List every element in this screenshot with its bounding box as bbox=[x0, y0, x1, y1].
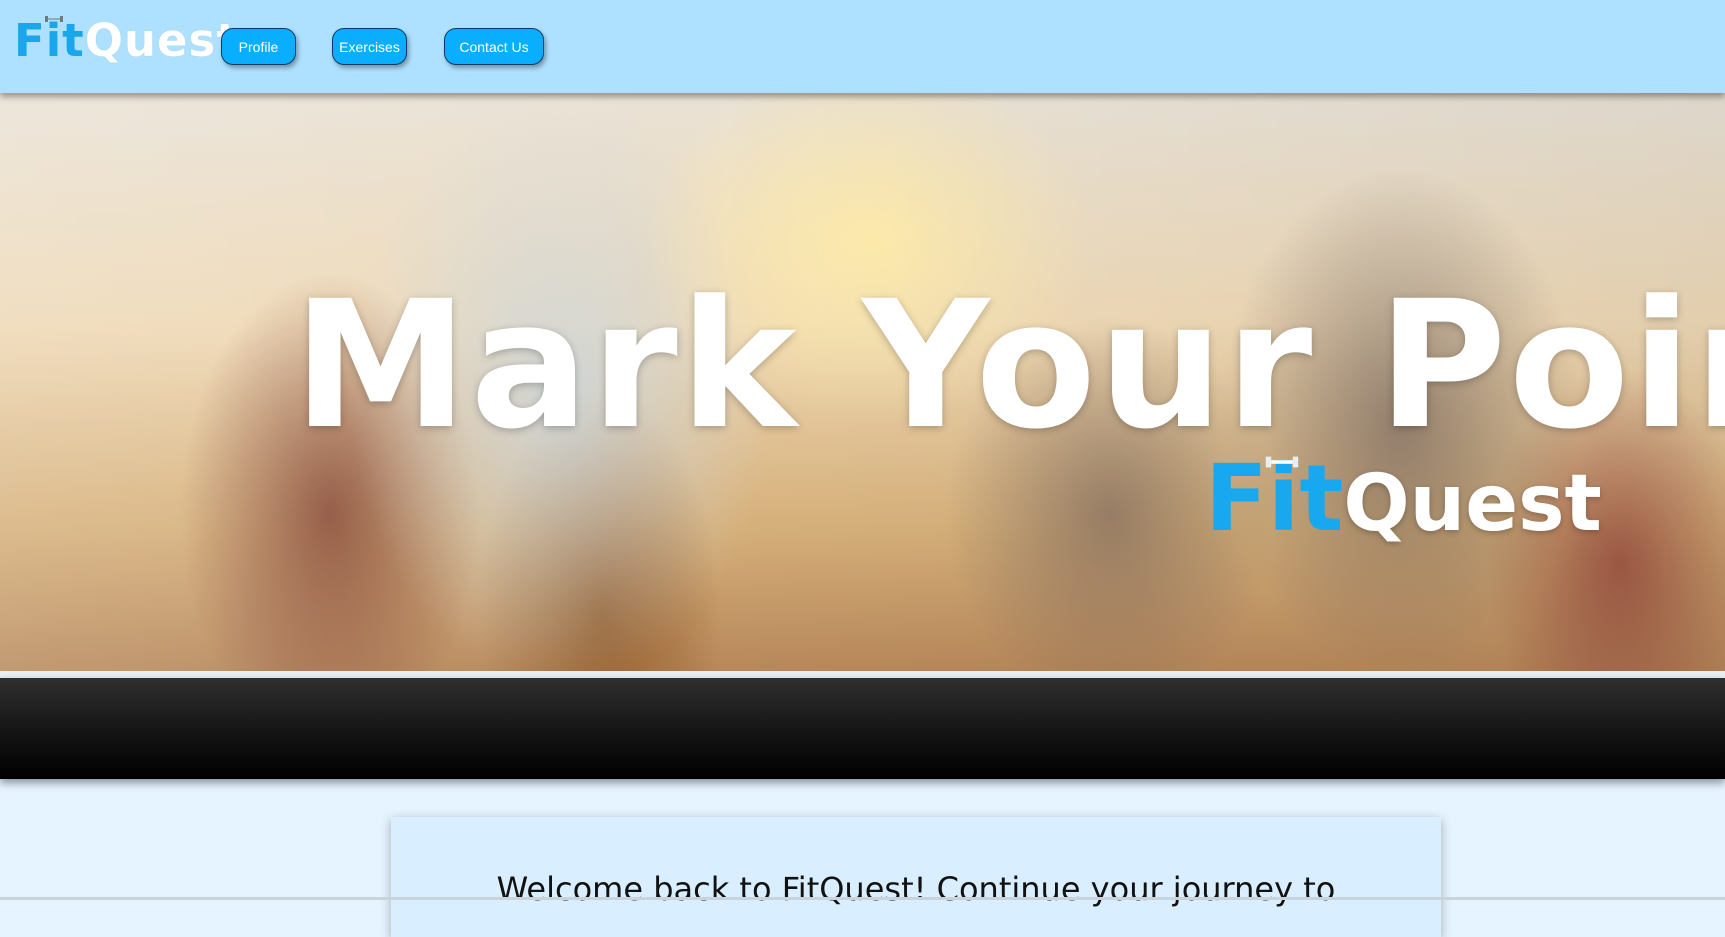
nav-profile-button[interactable]: Profile bbox=[221, 28, 296, 65]
hero-brand-logo: FitQuest bbox=[1205, 453, 1602, 545]
top-navigation-bar: FitQuest Profile Exercises Contact Us bbox=[0, 0, 1725, 93]
dumbbell-icon bbox=[45, 16, 63, 22]
brand-logo-quest: Quest bbox=[84, 14, 239, 67]
nav-contact-us-button[interactable]: Contact Us bbox=[444, 28, 544, 65]
hero-banner: Mark Your Point! FitQuest bbox=[0, 93, 1725, 671]
hero-logo-quest: Quest bbox=[1343, 459, 1602, 549]
nav-exercises-button[interactable]: Exercises bbox=[332, 28, 407, 65]
welcome-message: Welcome back to FitQuest! Continue your … bbox=[496, 870, 1336, 908]
dark-band bbox=[0, 678, 1725, 779]
brand-logo[interactable]: FitQuest bbox=[14, 16, 239, 63]
hero-divider bbox=[0, 671, 1725, 678]
hero-title: Mark Your Point! bbox=[293, 263, 1725, 468]
welcome-card: Welcome back to FitQuest! Continue your … bbox=[391, 817, 1441, 937]
dumbbell-icon bbox=[1265, 456, 1299, 468]
